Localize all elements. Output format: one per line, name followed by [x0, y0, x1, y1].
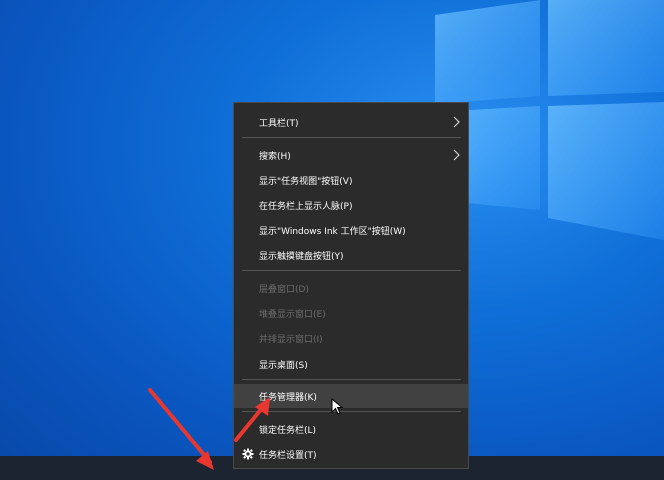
menu-item-label: 显示"Windows Ink 工作区"按钮(W): [259, 226, 406, 237]
menu-item-show-desktop[interactable]: 显示桌面(S): [234, 352, 468, 376]
menu-separator: [242, 379, 461, 380]
menu-item-side-by-side-windows: 并排显示窗口(I): [234, 326, 468, 350]
menu-item-label: 堆叠显示窗口(E): [259, 309, 326, 320]
menu-item-lock-taskbar[interactable]: 锁定任务栏(L): [234, 417, 468, 441]
menu-item-show-task-view-button[interactable]: 显示"任务视图"按钮(V): [234, 168, 468, 192]
menu-item-label: 工具栏(T): [259, 118, 299, 129]
menu-item-label: 并排显示窗口(I): [259, 334, 323, 345]
menu-item-label: 显示触摸键盘按钮(Y): [259, 251, 344, 262]
mouse-cursor-icon: [331, 398, 344, 415]
menu-item-taskbar-settings[interactable]: 任务栏设置(T): [234, 442, 468, 466]
menu-item-label: 层叠窗口(D): [259, 284, 309, 295]
menu-item-cascade-windows: 层叠窗口(D): [234, 276, 468, 300]
menu-item-label: 显示桌面(S): [259, 360, 308, 371]
menu-item-label: 任务管理器(K): [259, 392, 317, 403]
gear-icon: [242, 448, 254, 460]
chevron-right-icon: [453, 149, 460, 161]
menu-item-label: 锁定任务栏(L): [259, 425, 317, 436]
menu-item-label: 任务栏设置(T): [259, 450, 317, 461]
menu-item-label: 搜索(H): [259, 151, 291, 162]
menu-item-search[interactable]: 搜索(H): [234, 143, 468, 167]
menu-item-label: 显示"任务视图"按钮(V): [259, 176, 353, 187]
menu-separator: [242, 270, 461, 271]
menu-item-show-touch-keyboard-button[interactable]: 显示触摸键盘按钮(Y): [234, 243, 468, 267]
menu-item-toolbars[interactable]: 工具栏(T): [234, 110, 468, 134]
taskbar-context-menu: 工具栏(T) 搜索(H) 显示"任务视图"按钮(V) 在任务栏上显示人脉(P) …: [233, 102, 469, 469]
menu-separator: [242, 411, 461, 412]
menu-item-stack-windows: 堆叠显示窗口(E): [234, 301, 468, 325]
chevron-right-icon: [453, 116, 460, 128]
menu-item-label: 在任务栏上显示人脉(P): [259, 201, 353, 212]
menu-item-show-windows-ink-button[interactable]: 显示"Windows Ink 工作区"按钮(W): [234, 218, 468, 242]
menu-item-show-people[interactable]: 在任务栏上显示人脉(P): [234, 193, 468, 217]
menu-item-task-manager[interactable]: 任务管理器(K): [234, 384, 468, 408]
menu-separator: [242, 137, 461, 138]
